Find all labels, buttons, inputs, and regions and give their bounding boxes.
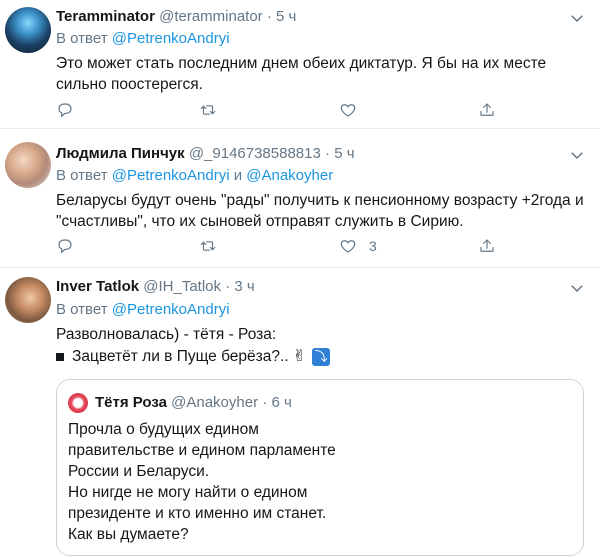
timestamp[interactable]: 6 ч	[271, 394, 291, 411]
share-icon	[480, 103, 494, 116]
reply-icon	[58, 239, 72, 254]
retweet-icon	[200, 105, 216, 115]
like-count: 3	[369, 238, 377, 254]
display-name[interactable]: Людмила Пинчук	[56, 145, 185, 162]
mention-link[interactable]: @PetrenkoAndryi	[112, 167, 230, 184]
retweet-button[interactable]	[199, 99, 217, 121]
mention-link[interactable]: @PetrenkoAndryi	[112, 301, 230, 318]
share-icon	[480, 239, 494, 252]
reply-context: В ответ @PetrenkoAndryi	[56, 30, 230, 48]
share-button[interactable]	[478, 99, 496, 121]
chevron-down-icon[interactable]	[568, 146, 586, 164]
reply-icon	[58, 103, 72, 118]
quoted-tweet-text: Прочла о будущих едином правительстве и …	[68, 421, 336, 543]
mention-link[interactable]: @PetrenkoAndryi	[112, 30, 230, 47]
like-button[interactable]	[339, 99, 369, 121]
user-handle[interactable]: @IH_Tatlok	[143, 278, 221, 295]
display-name[interactable]: Teramminator	[56, 8, 155, 25]
timestamp[interactable]: 5 ч	[276, 8, 296, 25]
reply-button[interactable]	[56, 99, 74, 121]
heart-icon	[340, 104, 356, 117]
tweet-text-line: Зацветёт ли в Пуще берёза?.. ✌ ⤵	[56, 346, 586, 367]
user-handle[interactable]: @_9146738588813	[189, 145, 321, 162]
arrow-down-icon: ⤵	[312, 347, 331, 366]
tweet-text: Разволновалась) - тётя - Роза: Зацветёт …	[56, 324, 586, 367]
reply-button[interactable]	[56, 235, 74, 257]
tweet[interactable]: Teramminator @teramminator · 5 ч В ответ…	[0, 0, 600, 129]
user-handle[interactable]: @Anakoyher	[171, 394, 258, 411]
separator-dot: ·	[225, 278, 231, 295]
reply-context: В ответ @PetrenkoAndryi	[56, 301, 230, 319]
tweet-header: Teramminator @teramminator · 5 ч	[56, 8, 296, 26]
display-name[interactable]: Тётя Роза	[95, 394, 167, 411]
tweet[interactable]: Людмила Пинчук @_9146738588813 · 5 ч В о…	[0, 128, 600, 268]
reply-joiner: и	[233, 167, 243, 184]
separator-dot: ·	[266, 8, 272, 25]
quoted-tweet-header: Тётя Роза @Anakoyher · 6 ч	[95, 393, 292, 413]
tweet-actions	[56, 99, 506, 121]
reply-prefix: В ответ	[56, 301, 108, 318]
chevron-down-icon[interactable]	[568, 9, 586, 27]
tweet-header: Людмила Пинчук @_9146738588813 · 5 ч	[56, 145, 355, 163]
retweet-icon	[200, 241, 216, 251]
display-name[interactable]: Inver Tatlok	[56, 278, 139, 295]
retweet-button[interactable]	[199, 235, 217, 257]
black-square-icon	[56, 352, 64, 361]
separator-dot: ·	[262, 394, 268, 411]
avatar[interactable]	[68, 393, 88, 413]
tweet-text: Это может стать последним днем обеих дик…	[56, 55, 547, 93]
victory-hand-icon: ✌	[292, 348, 307, 365]
tweet-actions: 3	[56, 235, 506, 257]
user-handle[interactable]: @teramminator	[159, 8, 263, 25]
chevron-down-icon[interactable]	[568, 279, 586, 297]
avatar[interactable]	[5, 142, 51, 188]
avatar[interactable]	[5, 277, 51, 323]
like-button[interactable]: 3	[339, 235, 377, 257]
reply-prefix: В ответ	[56, 30, 108, 47]
separator-dot: ·	[325, 145, 331, 162]
quoted-tweet[interactable]: Тётя Роза @Anakoyher · 6 ч Прочла о буду…	[56, 379, 584, 556]
timestamp[interactable]: 5 ч	[334, 145, 354, 162]
mention-link[interactable]: @Anakoyher	[246, 167, 333, 184]
tweet-text: Беларусы будут очень "рады" получить к п…	[56, 192, 584, 230]
reply-prefix: В ответ	[56, 167, 108, 184]
avatar[interactable]	[5, 7, 51, 53]
tweet-text-line2: Зацветёт ли в Пуще берёза?..	[72, 348, 289, 365]
share-button[interactable]	[478, 235, 496, 257]
tweet-text-line: Разволновалась) - тётя - Роза:	[56, 326, 277, 343]
tweet-header: Inver Tatlok @IH_Tatlok · 3 ч	[56, 278, 255, 296]
reply-context: В ответ @PetrenkoAndryi и @Anakoyher	[56, 167, 333, 185]
heart-icon	[340, 240, 356, 253]
timestamp[interactable]: 3 ч	[234, 278, 254, 295]
